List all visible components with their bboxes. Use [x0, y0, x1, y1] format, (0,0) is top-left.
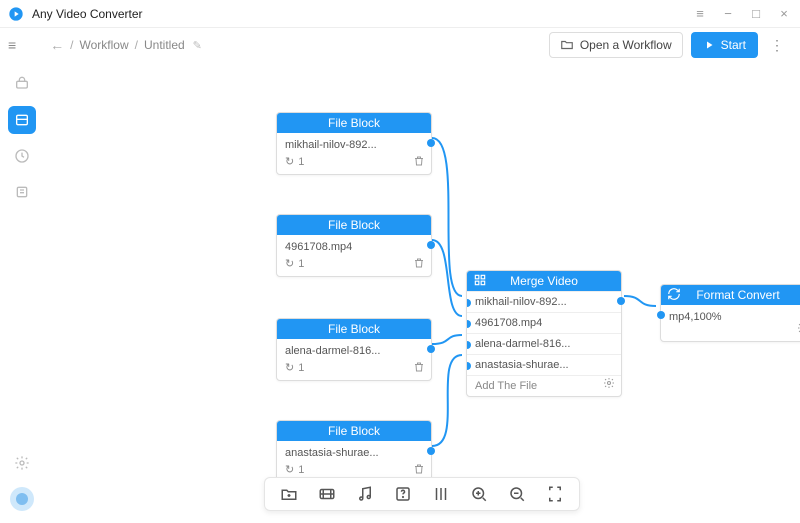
merge-row: anastasia-shurae...	[467, 354, 621, 375]
file-name: alena-darmel-816...	[285, 345, 423, 357]
merge-add-file[interactable]: Add The File	[467, 375, 621, 396]
canvas-toolbar	[264, 477, 580, 511]
back-icon[interactable]: ←	[50, 37, 64, 53]
node-file-block-3[interactable]: File Block alena-darmel-816... ↻ 1	[276, 318, 432, 381]
user-avatar[interactable]	[10, 487, 34, 511]
delete-icon[interactable]	[413, 257, 425, 272]
refresh-icon: ↻	[285, 463, 294, 476]
node-title: Format Convert	[696, 288, 779, 302]
file-count: 1	[298, 464, 304, 476]
node-file-block-2[interactable]: File Block 4961708.mp4 ↻ 1	[276, 214, 432, 277]
output-port[interactable]	[427, 345, 435, 353]
menu-toggle-icon[interactable]: ≡	[8, 37, 16, 53]
node-merge-video[interactable]: Merge Video mikhail-nilov-892... 4961708…	[466, 270, 622, 397]
start-button[interactable]: Start	[691, 32, 758, 58]
workflow-canvas[interactable]: File Block mikhail-nilov-892... ↻ 1 File …	[44, 62, 800, 523]
delete-icon[interactable]	[413, 361, 425, 376]
input-port[interactable]	[657, 311, 665, 319]
rename-icon[interactable]: ✎	[193, 39, 202, 52]
window-settings-icon[interactable]: ≡	[692, 6, 708, 21]
window-minimize-icon[interactable]: −	[720, 6, 736, 21]
node-title: File Block	[328, 322, 380, 336]
sidebar-item-presets[interactable]	[8, 178, 36, 206]
convert-icon	[667, 287, 681, 301]
breadcrumb-current[interactable]: Untitled	[144, 38, 185, 52]
refresh-icon: ↻	[285, 361, 294, 374]
tool-audio-icon[interactable]	[355, 484, 375, 504]
more-actions-icon[interactable]: ⋮	[766, 37, 788, 54]
window-close-icon[interactable]: ×	[776, 6, 792, 21]
tool-help-icon[interactable]	[393, 484, 413, 504]
delete-icon[interactable]	[413, 155, 425, 170]
sidebar-item-workflow[interactable]	[8, 106, 36, 134]
breadcrumb: ← / Workflow / Untitled ✎	[50, 37, 202, 53]
tool-zoom-in-icon[interactable]	[469, 484, 489, 504]
window-maximize-icon[interactable]: □	[748, 6, 764, 21]
tool-align-icon[interactable]	[431, 484, 451, 504]
merge-row: 4961708.mp4	[467, 312, 621, 333]
output-port[interactable]	[427, 241, 435, 249]
node-title: File Block	[328, 116, 380, 130]
breadcrumb-root[interactable]: Workflow	[80, 38, 129, 52]
output-port[interactable]	[427, 139, 435, 147]
file-name: 4961708.mp4	[285, 241, 423, 253]
title-bar: Any Video Converter ≡ − □ ×	[0, 0, 800, 28]
output-port[interactable]	[427, 447, 435, 455]
node-file-block-1[interactable]: File Block mikhail-nilov-892... ↻ 1	[276, 112, 432, 175]
node-format-convert[interactable]: Format Convert mp4,100%	[660, 284, 800, 342]
node-title: File Block	[328, 218, 380, 232]
file-name: anastasia-shurae...	[285, 447, 423, 459]
open-workflow-button[interactable]: Open a Workflow	[549, 32, 683, 58]
app-logo-icon	[8, 6, 24, 22]
tool-add-file-icon[interactable]	[279, 484, 299, 504]
file-name: mikhail-nilov-892...	[285, 139, 423, 151]
settings-icon[interactable]	[603, 377, 615, 392]
refresh-icon: ↻	[285, 155, 294, 168]
merge-row: alena-darmel-816...	[467, 333, 621, 354]
sidebar-item-history[interactable]	[8, 142, 36, 170]
tool-video-icon[interactable]	[317, 484, 337, 504]
sidebar-item-home[interactable]	[8, 70, 36, 98]
output-port[interactable]	[617, 297, 625, 305]
delete-icon[interactable]	[413, 463, 425, 478]
node-title: File Block	[328, 424, 380, 438]
refresh-icon: ↻	[285, 257, 294, 270]
file-count: 1	[298, 156, 304, 168]
format-value: mp4,100%	[669, 311, 800, 323]
sidebar-item-settings[interactable]	[8, 449, 36, 477]
node-file-block-4[interactable]: File Block anastasia-shurae... ↻ 1	[276, 420, 432, 483]
top-bar: ≡ ← / Workflow / Untitled ✎ Open a Workf…	[0, 28, 800, 62]
open-folder-icon	[560, 38, 574, 52]
file-count: 1	[298, 258, 304, 270]
node-title: Merge Video	[510, 274, 578, 288]
tool-zoom-out-icon[interactable]	[507, 484, 527, 504]
play-icon	[703, 39, 715, 51]
sidebar	[0, 62, 44, 523]
tool-fit-icon[interactable]	[545, 484, 565, 504]
app-title: Any Video Converter	[32, 7, 143, 21]
merge-icon	[473, 273, 487, 287]
merge-row: mikhail-nilov-892...	[467, 291, 621, 312]
file-count: 1	[298, 362, 304, 374]
